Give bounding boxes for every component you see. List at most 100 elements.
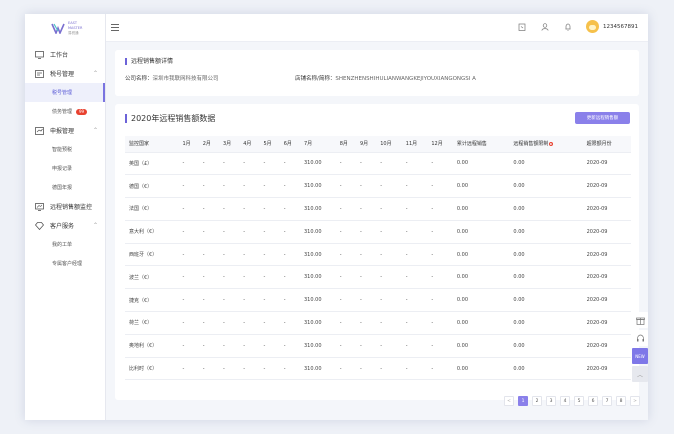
sidebar-item-tax-id-group[interactable]: 税号管理 ⌃ [25,64,105,83]
table-cell: - [259,334,280,358]
table-cell: 0.00 [452,152,510,176]
column-header: 10月 [376,136,402,153]
table-cell: - [279,311,300,335]
sidebar-item-workbench[interactable]: 工作台 [25,45,105,64]
table-cell: - [259,243,280,267]
details-title: 远程销售额详情 [125,58,173,65]
table-cell: - [259,152,280,176]
user-id[interactable]: 1234567891 [603,24,638,30]
sidebar-item-account-manager[interactable]: 专属客户经理 [25,254,105,273]
sidebar-item-filing-records[interactable]: 申报记录 [25,159,105,178]
page-number-button[interactable]: 4 [560,396,570,406]
table-cell: - [376,174,402,199]
sidebar-item-label: 客户服务 [50,223,75,230]
table-cell: - [376,357,402,381]
table-cell: 310.00 [300,152,336,176]
country-cell: 法国（€） [125,197,179,221]
table-cell: - [335,152,356,176]
table-cell: - [376,311,402,335]
user-icon[interactable] [541,22,549,31]
table-cell: - [279,220,300,244]
table-cell: - [198,265,219,290]
sidebar-item-remote-sales[interactable]: 远程销售额监控 [25,197,105,216]
column-header: 7月 [300,136,336,153]
sidebar-item-customer-service-group[interactable]: 客户服务 ⌃ [25,216,105,235]
table-cell: 0.00 [452,265,510,290]
sales-data-card: 2020年远程销售额数据 更新远程销售额 监控国家 1月 2月 3月 4月 5月 6月 7月 8… [115,104,639,400]
table-cell: - [355,288,377,313]
table-cell: 2020-09 [582,197,631,221]
column-header: 3月 [219,136,240,153]
table-cell: - [198,174,219,199]
page-number-button[interactable]: 6 [588,396,598,406]
sidebar-item-debt[interactable]: 债务管理 99 [25,102,105,121]
gift-icon[interactable] [632,312,648,328]
table-cell: 0.00 [509,197,583,221]
table-cell: - [239,152,260,176]
table-cell: - [427,197,453,221]
table-cell: - [259,288,280,313]
page-number-button[interactable]: 3 [546,396,556,406]
table-row: 法国（€） - - - - - -310.00- - - - -0.00 0.00 2020-09 [125,197,631,221]
page-number-button[interactable]: 7 [602,396,612,406]
sidebar-item-my-tickets[interactable]: 我的工单 [25,235,105,254]
table-cell: - [219,265,240,290]
hamburger-menu-icon[interactable] [111,24,119,31]
table-cell: - [279,197,300,221]
prev-page-button[interactable]: < [504,396,514,406]
logo-line2: MASTER [68,25,83,30]
sidebar-item-label: 工作台 [50,52,69,59]
logo-icon [51,23,65,35]
next-page-button[interactable]: > [630,396,640,406]
logo[interactable]: EAST MASTER 易税通 [25,14,105,42]
table-cell: - [335,243,356,267]
sidebar-item-label: 税号管理 [50,71,75,78]
page-number-button[interactable]: 2 [532,396,542,406]
column-header: 12月 [427,136,453,153]
store-label: 店铺名称/简称： [295,76,336,82]
table-cell: - [219,288,240,313]
column-header-label: 10月 [380,141,392,148]
table-cell: - [219,220,240,244]
column-header: 2月 [198,136,219,153]
page-number-button[interactable]: 5 [574,396,584,406]
company-label: 公司名称： [125,76,153,82]
column-header: 8月 [335,136,356,153]
table-cell: - [355,220,377,244]
column-header: 监控国家 [125,136,179,153]
table-cell: - [335,220,356,244]
new-feature-button[interactable]: NEW [632,348,648,364]
info-icon[interactable]: ! [549,141,554,146]
page-number-button[interactable]: 8 [616,396,626,406]
table-cell: 0.00 [509,288,583,313]
table-cell: - [335,357,356,381]
avatar[interactable] [586,20,599,33]
column-header: 11月 [401,136,428,153]
column-header: 超限额月份 [582,136,631,153]
column-header-label: 2月 [202,141,211,148]
table-row: 荷兰（€） - - - - - -310.00- - - - -0.00 0.00 2020-09 [125,311,631,335]
bell-icon[interactable] [564,23,572,31]
headset-icon[interactable] [632,330,648,346]
column-header-label: 累计远程销售 [456,141,487,148]
update-remote-sales-button[interactable]: 更新远程销售额 [575,112,630,124]
sidebar-item-tax-id[interactable]: 税号管理 [25,83,105,102]
page-number-button[interactable]: 1 [518,396,528,406]
clipboard-icon[interactable] [518,23,526,31]
sidebar-item-filing-group[interactable]: 申报管理 ⌃ [25,121,105,140]
column-header: 5月 [259,136,280,153]
table-cell: - [427,357,453,381]
table-cell: - [401,152,428,176]
table-cell: - [279,334,300,358]
sidebar-item-germany-annual[interactable]: 德国年报 [25,178,105,197]
table-cell: - [376,197,402,221]
column-header-label: 超限额月份 [586,141,612,148]
table-row: 捷克（€） - - - - - -310.00- - - - -0.00 0.00 2020-09 [125,288,631,313]
table-cell: 0.00 [509,174,583,199]
table-cell: - [239,243,260,267]
table-cell: - [279,152,300,176]
table-cell: - [279,243,300,267]
sidebar-item-smart-filing[interactable]: 智能预税 [25,140,105,159]
back-to-top-icon[interactable]: ︿ [632,366,648,382]
logo-line3: 易税通 [68,30,79,35]
